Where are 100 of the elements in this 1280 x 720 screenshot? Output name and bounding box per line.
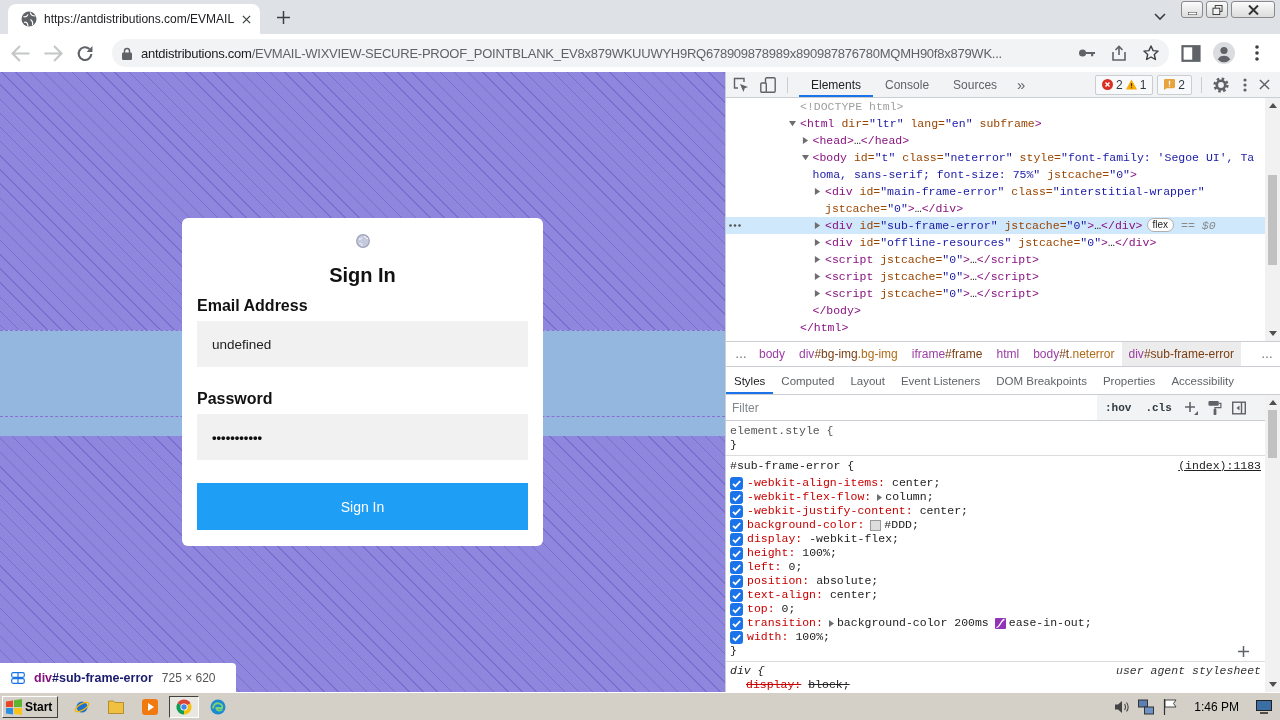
- property-checkbox[interactable]: [730, 504, 743, 518]
- device-icon[interactable]: [760, 76, 776, 93]
- input-field[interactable]: undefined: [197, 321, 528, 367]
- paint-roller-icon[interactable]: [1207, 400, 1222, 415]
- flag-icon[interactable]: [1162, 698, 1179, 715]
- caret-right-icon[interactable]: [877, 493, 883, 501]
- scroll-up-icon[interactable]: [1268, 400, 1277, 405]
- show-desktop-icon[interactable]: [1256, 698, 1272, 715]
- devtools-tab[interactable]: Sources: [941, 72, 1010, 97]
- easing-curve-icon[interactable]: [994, 617, 1006, 629]
- sidebar-tab[interactable]: Layout: [842, 367, 893, 394]
- breadcrumb[interactable]: div#bg-img.bg-img: [792, 342, 905, 366]
- caret-down-icon[interactable]: [789, 120, 796, 127]
- menu-icon[interactable]: [1243, 77, 1247, 92]
- breadcrumb[interactable]: iframe#frame: [904, 342, 990, 366]
- property-checkbox[interactable]: [730, 616, 743, 630]
- breadcrumb-scroll-button[interactable]: …: [1256, 342, 1278, 366]
- issues-button[interactable]: 2: [1157, 74, 1192, 95]
- star-icon[interactable]: [1143, 45, 1159, 61]
- css-property-value: center;: [892, 476, 941, 490]
- dom-node[interactable]: <script jstcache="0">…</script>: [726, 268, 1265, 285]
- dom-node[interactable]: <div id="offline-resources" jstcache="0">…</div>: [726, 234, 1265, 251]
- property-checkbox[interactable]: [730, 518, 743, 532]
- caret-right-icon[interactable]: [814, 256, 821, 263]
- more-tabs-button[interactable]: »: [1009, 73, 1034, 96]
- dom-node[interactable]: <head>…</head>: [726, 132, 1265, 149]
- more-icon[interactable]: [729, 224, 741, 227]
- color-swatch-icon[interactable]: [870, 519, 882, 531]
- chevron-down-icon[interactable]: [1154, 13, 1166, 21]
- taskbar-app-button[interactable]: [169, 695, 200, 718]
- caret-right-icon[interactable]: [814, 222, 821, 229]
- caret-right-icon[interactable]: [814, 239, 821, 246]
- share-icon[interactable]: [1111, 45, 1127, 61]
- dom-node[interactable]: <html dir="ltr" lang="en" subframe>: [726, 115, 1265, 132]
- toggle-button[interactable]: :hov: [1103, 401, 1134, 414]
- new-tab-icon[interactable]: [277, 11, 290, 24]
- caret-right-icon[interactable]: [814, 188, 821, 195]
- devtools-tab[interactable]: Console: [873, 72, 942, 97]
- sidebar-tab[interactable]: Event Listeners: [892, 367, 989, 394]
- caret-down-icon[interactable]: [801, 154, 809, 161]
- menu-icon[interactable]: [1255, 45, 1259, 61]
- dom-node[interactable]: <div id="sub-frame-error" jstcache="0">…</div> flex == $0: [726, 217, 1265, 234]
- close-window-button[interactable]: [1231, 1, 1275, 18]
- property-checkbox[interactable]: [730, 602, 743, 616]
- caret-right-icon[interactable]: [801, 137, 809, 144]
- browser-tab[interactable]: https://antdistributions.com/EVMAIL: [8, 4, 260, 34]
- caret-right-icon[interactable]: [828, 619, 834, 627]
- sidebar-toggle-icon[interactable]: [1231, 400, 1246, 415]
- speaker-icon[interactable]: [1114, 698, 1131, 715]
- sidebar-tab[interactable]: Accessibility: [1163, 367, 1242, 394]
- property-checkbox[interactable]: [730, 476, 743, 490]
- caret-right-icon[interactable]: [814, 290, 821, 297]
- scroll-up-icon[interactable]: [1268, 103, 1277, 108]
- scrollbar-thumb[interactable]: [1268, 410, 1277, 458]
- scrollbar[interactable]: [1265, 98, 1280, 341]
- dom-node[interactable]: <script jstcache="0">…</script>: [726, 285, 1265, 302]
- breadcrumb[interactable]: body#t.neterror: [1026, 342, 1122, 366]
- breadcrumb-scroll-button[interactable]: …: [730, 342, 752, 366]
- sidebar-tab[interactable]: Computed: [773, 367, 843, 394]
- input-field[interactable]: •••••••••••: [197, 414, 528, 460]
- property-checkbox[interactable]: [730, 490, 743, 504]
- sidebar-tab[interactable]: DOM Breakpoints: [988, 367, 1095, 394]
- network-icon[interactable]: [1138, 698, 1155, 715]
- scroll-down-icon[interactable]: [1268, 331, 1277, 336]
- restore-button[interactable]: [1206, 1, 1228, 18]
- breadcrumb[interactable]: body: [752, 342, 793, 366]
- dom-node[interactable]: <script jstcache="0">…</script>: [726, 251, 1265, 268]
- scrollbar[interactable]: [1265, 395, 1280, 692]
- devtools-tab[interactable]: Elements: [799, 72, 874, 97]
- inspect-icon[interactable]: [733, 76, 749, 93]
- dom-node[interactable]: <div id="main-frame-error" class="interstitial-wrapper" jstcache="0">…</div>: [726, 183, 1265, 217]
- close-icon[interactable]: [1259, 79, 1270, 90]
- dom-node[interactable]: <body id="t" class="neterror" style="font-family: 'Segoe UI', Ta homa, sans-serif; font-size: 75%" jstcache="0">: [726, 149, 1265, 183]
- caret-right-icon[interactable]: [814, 273, 821, 280]
- dom-node[interactable]: </html>: [726, 319, 1265, 336]
- breadcrumb[interactable]: html: [989, 342, 1027, 366]
- profile-icon[interactable]: [1213, 42, 1235, 64]
- close-icon[interactable]: [242, 14, 251, 24]
- new-rule-icon[interactable]: [1183, 400, 1198, 415]
- dom-node[interactable]: </body>: [726, 302, 1265, 319]
- property-checkbox[interactable]: [730, 630, 743, 644]
- source-link[interactable]: (index):1183: [1178, 459, 1261, 473]
- address-bar[interactable]: antdistributions.com/EVMAIL-WIXVIEW-SECURE-PROOF_POINTBLANK_EV8x879WKUUWYH9RQ678909878989x890987876780MQMH90f8x879WK...: [112, 39, 1169, 67]
- scrollbar-thumb[interactable]: [1268, 175, 1277, 265]
- property-checkbox[interactable]: [730, 588, 743, 602]
- plus-icon[interactable]: [1238, 645, 1249, 657]
- scroll-down-icon[interactable]: [1268, 682, 1277, 687]
- reload-icon[interactable]: [75, 44, 95, 62]
- settings-icon[interactable]: [1213, 76, 1229, 93]
- property-checkbox[interactable]: [730, 546, 743, 560]
- flex-toggle[interactable]: flex: [1146, 218, 1175, 232]
- console-counts-button[interactable]: 2 1: [1094, 74, 1154, 95]
- start-button[interactable]: Start: [2, 695, 59, 718]
- property-checkbox[interactable]: [730, 560, 743, 574]
- toggle-button[interactable]: .cls: [1143, 401, 1174, 414]
- property-checkbox[interactable]: [730, 574, 743, 588]
- property-checkbox[interactable]: [730, 532, 743, 546]
- breadcrumb[interactable]: div#sub-frame-error: [1121, 342, 1241, 366]
- sidebar-tab[interactable]: Properties: [1094, 367, 1164, 394]
- side-panel-icon[interactable]: [1181, 44, 1201, 62]
